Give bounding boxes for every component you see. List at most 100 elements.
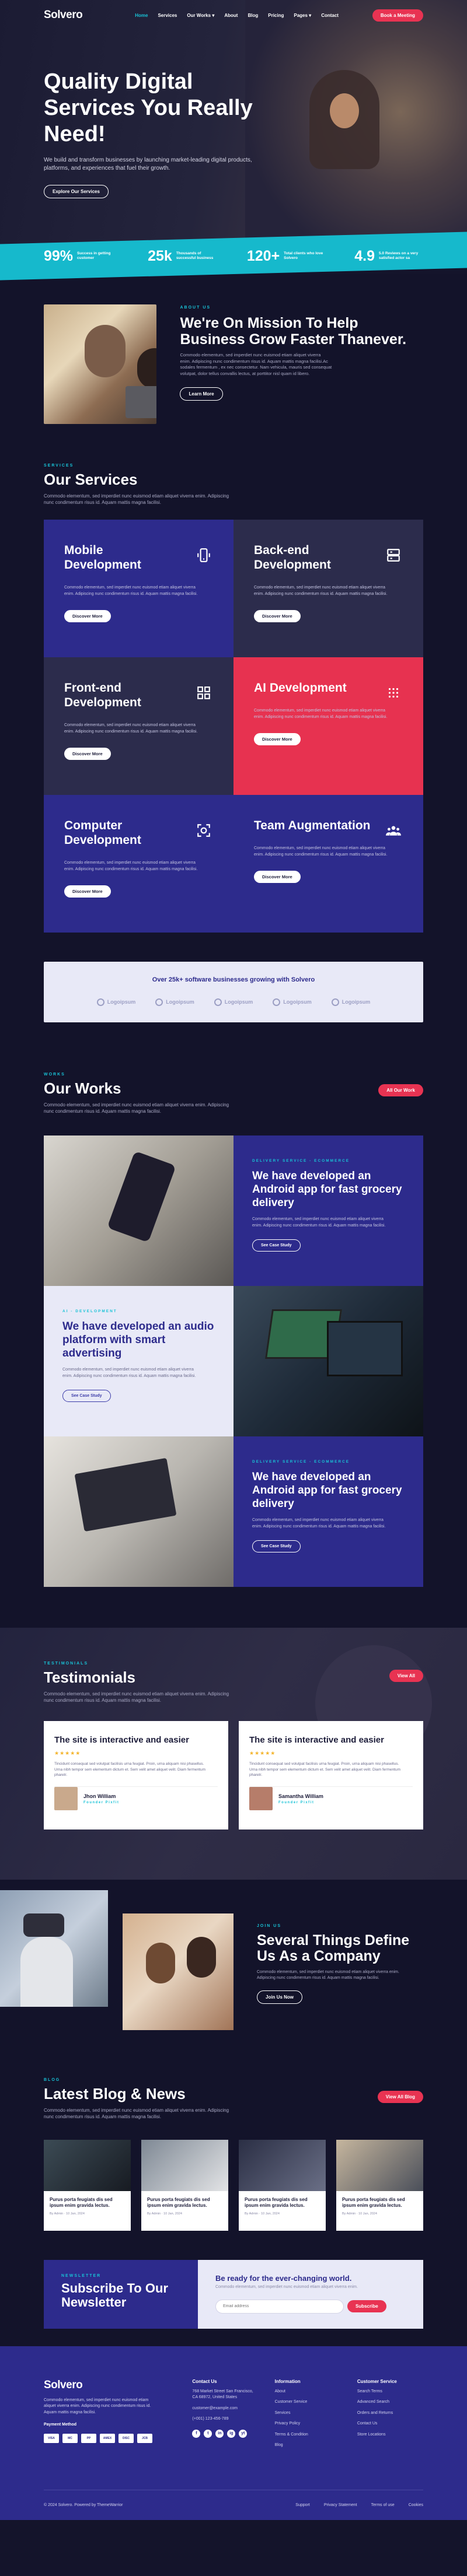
work-title: We have developed an Android app for fas… [252, 1470, 402, 1510]
footer-link[interactable]: Store Locations [357, 2432, 423, 2438]
footer-bottom-link[interactable]: Cookies [409, 2503, 423, 2507]
instagram-icon[interactable]: ig [227, 2429, 236, 2438]
nav-item-services[interactable]: Services [158, 13, 177, 18]
services-description: Commodo elementum, sed imperdiet nunc eu… [44, 493, 229, 505]
footer-link[interactable]: Customer Service [275, 2399, 341, 2406]
discover-more-button[interactable]: Discover More [254, 610, 301, 623]
learn-more-button[interactable]: Learn More [180, 387, 223, 401]
footer-link[interactable]: Orders and Returns [357, 2410, 423, 2417]
about-image-person [137, 348, 157, 389]
book-meeting-button[interactable]: Book a Meeting [372, 9, 423, 22]
view-all-testimonials-button[interactable]: View All [389, 1669, 423, 1682]
see-case-study-button[interactable]: See Case Study [252, 1239, 301, 1252]
blog-post-title: Purus porta feugiats dis sed ipsum enim … [245, 2196, 308, 2208]
team-photo-person [187, 1936, 216, 1978]
footer-link[interactable]: Search Terms [357, 2389, 423, 2395]
nav-item-our-works[interactable]: Our Works ▾ [187, 13, 214, 18]
copyright-text: © 2024 Solvero. Powered by ThemeWarrior [44, 2503, 123, 2507]
server-icon [387, 549, 400, 562]
blog-post-card[interactable]: Purus porta feugiats dis sed ipsum enim … [336, 2139, 423, 2231]
footer-link[interactable]: Contact Us [357, 2421, 423, 2427]
work-kicker: Delivery Service - Ecommerce [252, 1459, 350, 1464]
work-title: We have developed an audio platform with… [62, 1320, 214, 1359]
explore-services-button[interactable]: Explore Our Services [44, 185, 109, 198]
footer-link[interactable]: Services [275, 2410, 341, 2417]
testimonials-title: Testimonials [44, 1668, 136, 1686]
footer-bottom-link[interactable]: Terms of use [371, 2503, 395, 2507]
partners-box: Over 25k+ software businesses growing wi… [44, 961, 423, 1022]
about-section: About Us We're On Mission To Help Busine… [0, 274, 467, 447]
see-case-study-button[interactable]: See Case Study [252, 1540, 301, 1553]
subscribe-button[interactable]: Subscribe [347, 2300, 386, 2313]
youtube-icon[interactable]: yt [239, 2429, 248, 2438]
discover-more-button[interactable]: Discover More [254, 871, 301, 884]
work-description: Commodo elementum, sed imperdiet nunc eu… [252, 1217, 386, 1228]
blog-post-card[interactable]: Purus porta feugiats dis sed ipsum enim … [239, 2139, 326, 2231]
blog-post-title: Purus porta feugiats dis sed ipsum enim … [342, 2196, 405, 2208]
discover-more-button[interactable]: Discover More [64, 748, 111, 760]
grid-layout-icon [197, 686, 210, 699]
testimonials-section: Testimonials Testimonials Commodo elemen… [0, 1627, 467, 1880]
discover-more-button[interactable]: Discover More [64, 610, 111, 623]
service-card-computer: Computer Development Commodo elementum, … [44, 794, 234, 933]
footer-email[interactable]: customer@example.com [192, 2406, 258, 2412]
footer-link[interactable]: About [275, 2389, 341, 2395]
twitter-icon[interactable]: t [204, 2429, 212, 2438]
star-rating-icon: ★★★★★ [249, 1750, 276, 1756]
nav-item-contact[interactable]: Contact [321, 13, 339, 18]
footer-link[interactable]: Advanced Search [357, 2399, 423, 2406]
newsletter-title: Subscribe To Our Newsletter [61, 2280, 168, 2310]
logoipsum-icon [214, 998, 222, 1006]
join-us-now-button[interactable]: Join Us Now [257, 1990, 303, 2004]
about-image-laptop [126, 386, 157, 418]
footer-logo[interactable]: Solvero [44, 2379, 176, 2392]
partner-logo: Logoipsum [214, 998, 253, 1006]
partner-logo: Logoipsum [331, 998, 370, 1006]
work-title: We have developed an Android app for fas… [252, 1169, 402, 1209]
see-case-study-button[interactable]: See Case Study [62, 1390, 111, 1403]
nav-item-home[interactable]: Home [135, 13, 148, 18]
discover-more-button[interactable]: Discover More [64, 885, 111, 898]
hero-description: We build and transform businesses by lau… [44, 157, 252, 171]
footer-bottom-link[interactable]: Privacy Statement [324, 2503, 357, 2507]
testimonial-title: The site is interactive and easier [249, 1734, 384, 1745]
view-all-blog-button[interactable]: View All Blog [377, 2090, 423, 2103]
stats-bar: 99% Success in getting customer 25k Thousa… [0, 232, 467, 281]
nav-item-pages[interactable]: Pages ▾ [294, 13, 311, 18]
blog-post-card[interactable]: Purus porta feugiats dis sed ipsum enim … [44, 2139, 131, 2231]
service-description: Commodo elementum, sed imperdiet nunc eu… [254, 586, 388, 596]
site-logo[interactable]: Solvero [44, 9, 83, 22]
discover-more-button[interactable]: Discover More [254, 733, 301, 746]
service-name: Mobile Development [64, 543, 141, 572]
footer-bottom-link[interactable]: Support [295, 2503, 310, 2507]
newsletter-heading: Be ready for the ever-changing world. [215, 2273, 352, 2283]
testimonial-text: Tincidunt consequat sed volutpat facilis… [249, 1761, 401, 1778]
service-name: Back-end Development [254, 543, 331, 572]
email-field[interactable] [215, 2299, 344, 2314]
mastercard-icon: MC [62, 2434, 78, 2444]
team-photo-person [146, 1942, 175, 1983]
work-image [44, 1436, 234, 1587]
service-description: Commodo elementum, sed imperdiet nunc eu… [64, 861, 198, 871]
footer-link[interactable]: Terms & Condition [275, 2432, 341, 2438]
linkedin-icon[interactable]: in [215, 2429, 224, 2438]
newsletter-section: Newsletter Subscribe To Our Newsletter B… [0, 2259, 467, 2346]
testimonial-title: The site is interactive and easier [54, 1734, 189, 1745]
footer-link[interactable]: Blog [275, 2442, 341, 2449]
blog-post-title: Purus porta feugiats dis sed ipsum enim … [50, 2196, 113, 2208]
blog-post-card[interactable]: Purus porta feugiats dis sed ipsum enim … [141, 2139, 228, 2231]
facebook-icon[interactable]: f [192, 2429, 201, 2438]
all-our-work-button[interactable]: All Our Work [378, 1084, 423, 1096]
company-title: Several Things Define Us As a Company [257, 1932, 410, 1965]
footer-phone[interactable]: (+001) 123-456-789 [192, 2416, 258, 2423]
works-section: Works Our Works Commodo elementum, sed i… [0, 1054, 467, 1628]
stat-item: 120+ Total clients who love Solvero [247, 248, 328, 265]
logoipsum-icon [273, 998, 281, 1006]
nav-item-blog[interactable]: Blog [248, 13, 258, 18]
stat-item: 25k Thousands of successful business [148, 248, 221, 265]
nav-item-about[interactable]: About [224, 13, 238, 18]
service-card-frontend: Front-end Development Commodo elementum,… [44, 657, 234, 795]
nav-item-pricing[interactable]: Pricing [268, 13, 284, 18]
service-name: Front-end Development [64, 681, 141, 710]
footer-link[interactable]: Privacy Policy [275, 2421, 341, 2427]
